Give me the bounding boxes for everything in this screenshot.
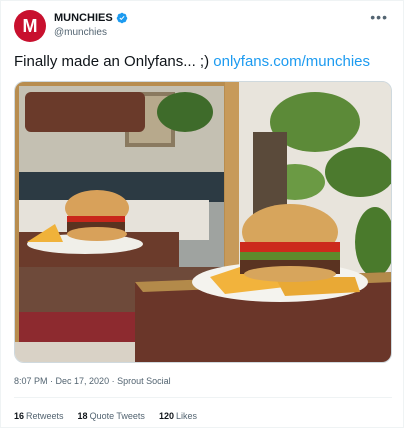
likes-label: Likes bbox=[175, 411, 197, 421]
quote-tweets-count: 18 bbox=[77, 411, 88, 421]
quote-tweets-label: Quote Tweets bbox=[89, 411, 145, 421]
avatar-letter: M bbox=[22, 16, 38, 36]
likes-stat[interactable]: 120 Likes bbox=[159, 411, 197, 421]
tweet-photo[interactable] bbox=[14, 81, 392, 363]
tweet-text: Finally made an Onlyfans... ;) onlyfans.… bbox=[14, 53, 370, 70]
tweet-card: M MUNCHIES @munchies ••• Finally made an… bbox=[0, 0, 404, 428]
meta-separator: · bbox=[47, 376, 56, 386]
tweet-meta: 8:07 PM · Dec 17, 2020 · Sprout Social bbox=[14, 376, 171, 386]
tweet-link[interactable]: onlyfans.com/munchies bbox=[213, 53, 370, 70]
avatar[interactable]: M bbox=[14, 10, 46, 42]
photo-illustration bbox=[15, 82, 391, 362]
tweet-body: Finally made an Onlyfans... ;) bbox=[14, 53, 210, 70]
name-row: MUNCHIES bbox=[54, 12, 128, 24]
divider bbox=[14, 397, 392, 398]
likes-count: 120 bbox=[158, 411, 174, 421]
more-options-icon[interactable]: ••• bbox=[370, 9, 388, 25]
handle[interactable]: @munchies bbox=[54, 27, 107, 38]
meta-separator: · bbox=[109, 376, 118, 386]
quote-tweets-stat[interactable]: 18 Quote Tweets bbox=[78, 411, 145, 421]
retweets-label: Retweets bbox=[26, 411, 64, 421]
tweet-time[interactable]: 8:07 PM bbox=[14, 376, 48, 386]
display-name[interactable]: MUNCHIES bbox=[54, 12, 113, 24]
tweet-stats: 16 Retweets 18 Quote Tweets 120 Likes bbox=[14, 411, 197, 421]
retweets-stat[interactable]: 16 Retweets bbox=[14, 411, 64, 421]
verified-badge-icon bbox=[116, 12, 127, 24]
tweet-source[interactable]: Sprout Social bbox=[117, 376, 171, 386]
retweets-count: 16 bbox=[14, 411, 25, 421]
tweet-date[interactable]: Dec 17, 2020 bbox=[56, 376, 110, 386]
